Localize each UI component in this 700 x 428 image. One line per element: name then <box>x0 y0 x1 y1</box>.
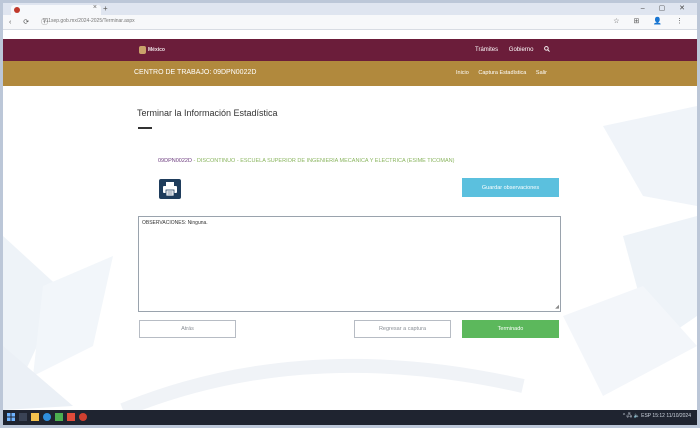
school-code: 09DPN0022D <box>158 158 192 164</box>
nav-link-gobierno[interactable]: Gobierno <box>509 47 534 53</box>
top-links: Trámites Gobierno <box>475 46 550 53</box>
save-observations-button[interactable]: Guardar observaciones <box>462 178 559 197</box>
gob-logo[interactable]: México <box>139 45 167 55</box>
browser-tab-bar: × + – ▢ ✕ <box>3 3 697 15</box>
search-icon[interactable] <box>544 46 550 52</box>
nav-link-tramites[interactable]: Trámites <box>475 47 498 53</box>
finish-button[interactable]: Terminado <box>462 320 559 338</box>
print-button[interactable] <box>159 179 181 199</box>
page-title: Terminar la Información Estadística <box>137 108 278 118</box>
browser-toolbar-icons[interactable]: ☆ ⊞ 👤 ⋮ <box>613 17 689 25</box>
return-to-capture-button[interactable]: Regresar a captura <box>354 320 451 338</box>
sub-links: Inicio Captura Estadística Salir <box>456 70 555 76</box>
nav-link-captura[interactable]: Captura Estadística <box>478 70 526 76</box>
school-name: ESCUELA SUPERIOR DE INGENIERIA MECANICA … <box>240 158 455 164</box>
tab-close-icon[interactable]: × <box>93 4 97 11</box>
file-explorer-icon[interactable] <box>31 413 39 421</box>
browser-tab[interactable]: × <box>11 4 101 15</box>
main-content: Terminar la Información Estadística 09DP… <box>3 86 697 410</box>
app-icon[interactable] <box>67 413 75 421</box>
url-field[interactable]: 911sep.gob.mx/2024-2025/Terminar.aspx <box>43 18 135 24</box>
observations-textarea[interactable]: OBSERVACIONES: Ninguna. ◢ <box>138 216 561 312</box>
task-view-icon[interactable] <box>19 413 27 421</box>
logo-text: México <box>148 47 165 53</box>
nav-link-salir[interactable]: Salir <box>536 70 547 76</box>
sub-nav: CENTRO DE TRABAJO: 09DPN0022D Inicio Cap… <box>3 61 697 86</box>
work-center-title: CENTRO DE TRABAJO: 09DPN0022D <box>134 69 257 76</box>
favicon-icon <box>14 7 20 13</box>
nav-link-inicio[interactable]: Inicio <box>456 70 469 76</box>
school-info: 09DPN0022D - DISCONTINUO - ESCUELA SUPER… <box>158 158 454 164</box>
system-tray[interactable]: ^ 🖧 🔈 ESP 15:12 11/10/2024 <box>623 413 691 421</box>
address-bar: ‹ ⟳ ⓘ 911sep.gob.mx/2024-2025/Terminar.a… <box>3 15 697 30</box>
shield-icon <box>139 46 146 54</box>
top-nav: México Trámites Gobierno <box>3 39 697 61</box>
edge-icon[interactable] <box>43 413 51 421</box>
window-controls[interactable]: – ▢ ✕ <box>641 4 691 12</box>
new-tab-icon[interactable]: + <box>103 4 108 13</box>
back-button[interactable]: Atrás <box>139 320 236 338</box>
printer-icon <box>163 182 177 197</box>
chrome-icon[interactable] <box>79 413 87 421</box>
screen: × + – ▢ ✕ ‹ ⟳ ⓘ 911sep.gob.mx/2024-2025/… <box>3 3 697 425</box>
title-underline <box>138 127 152 129</box>
resize-handle-icon[interactable]: ◢ <box>555 304 559 310</box>
taskbar: ^ 🖧 🔈 ESP 15:12 11/10/2024 <box>3 410 697 425</box>
store-icon[interactable] <box>55 413 63 421</box>
windows-start-icon[interactable] <box>7 413 15 421</box>
school-type: DISCONTINUO <box>196 158 236 164</box>
observations-text: OBSERVACIONES: Ninguna. <box>142 220 208 226</box>
